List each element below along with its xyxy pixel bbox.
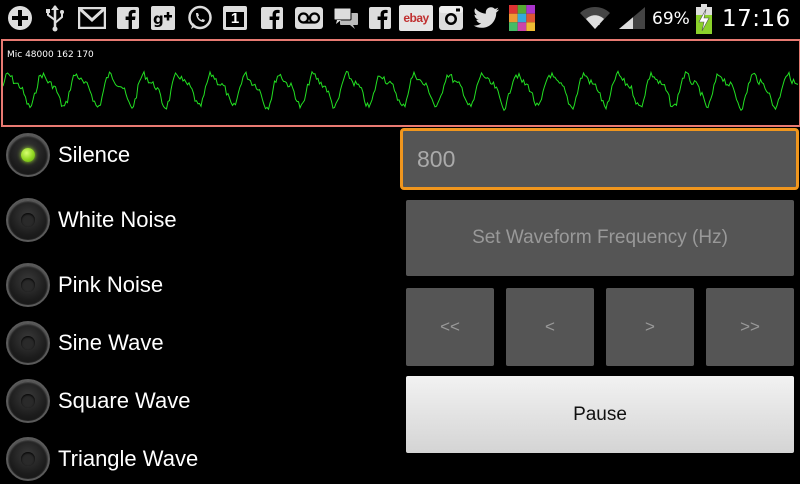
step-fast-back-button[interactable]: << [406, 288, 494, 366]
radio-triangle-wave[interactable]: Triangle Wave [6, 434, 198, 484]
battery-charging-icon [694, 4, 714, 34]
facebook-icon [368, 5, 392, 31]
radio-sine-wave[interactable]: Sine Wave [6, 318, 164, 368]
gmail-icon [78, 5, 106, 31]
step-back-button[interactable]: < [506, 288, 594, 366]
radio-silence[interactable]: Silence [6, 130, 130, 180]
svg-text:g: g [153, 10, 164, 28]
radio-indicator [21, 394, 35, 408]
radio-button[interactable] [6, 437, 50, 481]
radio-indicator [21, 213, 35, 227]
frequency-input[interactable]: 800 [400, 128, 799, 190]
game-icon [508, 5, 536, 31]
radio-indicator [21, 148, 35, 162]
radio-indicator [21, 278, 35, 292]
radio-square-wave[interactable]: Square Wave [6, 376, 190, 426]
ebay-icon: ebay [399, 5, 433, 31]
radio-button[interactable] [6, 321, 50, 365]
ebay-text: ebay [403, 11, 429, 25]
radio-button[interactable] [6, 263, 50, 307]
radio-label: Triangle Wave [58, 446, 199, 471]
radio-indicator [21, 452, 35, 466]
usb-icon [42, 5, 68, 32]
radio-button[interactable] [6, 133, 50, 177]
set-frequency-button[interactable]: Set Waveform Frequency (Hz) [406, 200, 794, 276]
radio-button[interactable] [6, 198, 50, 242]
facebook-icon [260, 5, 284, 31]
radio-label: Pink Noise [58, 272, 164, 297]
radio-indicator [21, 336, 35, 350]
radio-pink-noise[interactable]: Pink Noise [6, 260, 163, 310]
radio-label: Silence [58, 142, 131, 167]
battery-percent: 69% [652, 9, 690, 29]
google-plus-icon: g [150, 5, 176, 31]
chat-icon [332, 5, 360, 31]
twitter-icon [473, 5, 501, 31]
radio-label: Square Wave [58, 388, 191, 413]
step-forward-button[interactable]: > [606, 288, 694, 366]
instagram-icon [438, 5, 464, 31]
step-fast-forward-button[interactable]: >> [706, 288, 794, 366]
waveform-line [3, 70, 799, 112]
signal-icon [616, 5, 648, 31]
voicemail-icon [294, 5, 324, 31]
calendar-day: 1 [230, 10, 240, 27]
plus-icon [6, 5, 34, 31]
waveform-trace [3, 70, 799, 112]
status-clock: 17:16 [722, 6, 791, 32]
radio-label: Sine Wave [58, 330, 164, 355]
whatsapp-icon [186, 5, 214, 31]
status-bar: g 1 ebay 69% 17:16 [0, 0, 800, 38]
wifi-icon [578, 5, 612, 31]
facebook-icon [116, 5, 140, 31]
radio-label: White Noise [58, 207, 177, 232]
radio-button[interactable] [6, 379, 50, 423]
radio-white-noise[interactable]: White Noise [6, 195, 177, 245]
pause-button[interactable]: Pause [406, 376, 794, 453]
calendar-icon: 1 [222, 5, 248, 31]
waveform-scope: Mic 48000 162 170 [1, 39, 800, 127]
